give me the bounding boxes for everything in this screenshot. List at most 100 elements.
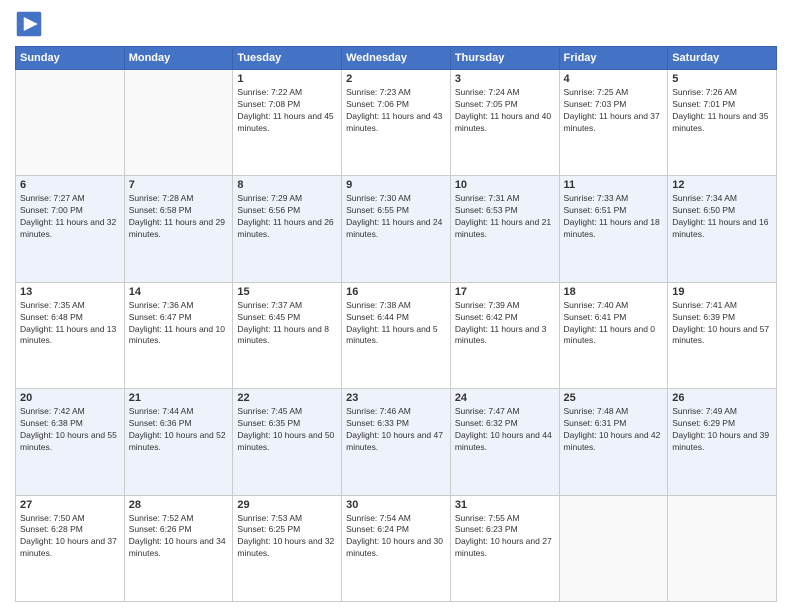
calendar-cell <box>668 495 777 601</box>
day-number: 22 <box>237 392 337 404</box>
day-info: Sunrise: 7:23 AMSunset: 7:06 PMDaylight:… <box>346 87 446 135</box>
calendar-row: 6 Sunrise: 7:27 AMSunset: 7:00 PMDaylight… <box>16 176 777 282</box>
day-number: 17 <box>455 286 555 298</box>
weekday-header: Saturday <box>668 47 777 70</box>
day-number: 26 <box>672 392 772 404</box>
day-info: Sunrise: 7:45 AMSunset: 6:35 PMDaylight:… <box>237 406 337 454</box>
day-info: Sunrise: 7:55 AMSunset: 6:23 PMDaylight:… <box>455 513 555 561</box>
calendar-cell: 17 Sunrise: 7:39 AMSunset: 6:42 PMDayligh… <box>450 282 559 388</box>
calendar-cell: 28 Sunrise: 7:52 AMSunset: 6:26 PMDayligh… <box>124 495 233 601</box>
weekday-header: Friday <box>559 47 668 70</box>
day-info: Sunrise: 7:37 AMSunset: 6:45 PMDaylight:… <box>237 300 337 348</box>
calendar-cell: 18Sunrise: 7:40 AMSunset: 6:41 PMDayligh… <box>559 282 668 388</box>
day-info: Sunrise: 7:38 AMSunset: 6:44 PMDaylight:… <box>346 300 446 348</box>
calendar-cell: 27 Sunrise: 7:50 AMSunset: 6:28 PMDayligh… <box>16 495 125 601</box>
day-info: Sunrise: 7:44 AMSunset: 6:36 PMDaylight:… <box>129 406 229 454</box>
calendar-cell: 12Sunrise: 7:34 AMSunset: 6:50 PMDayligh… <box>668 176 777 282</box>
day-number: 12 <box>672 179 772 191</box>
day-info: Sunrise: 7:25 AMSunset: 7:03 PMDaylight:… <box>564 87 664 135</box>
weekday-header: Wednesday <box>342 47 451 70</box>
day-number: 2 <box>346 73 446 85</box>
calendar-cell: 30Sunrise: 7:54 AMSunset: 6:24 PMDayligh… <box>342 495 451 601</box>
day-info: Sunrise: 7:26 AMSunset: 7:01 PMDaylight:… <box>672 87 772 135</box>
day-info: Sunrise: 7:27 AMSunset: 7:00 PMDaylight:… <box>20 193 120 241</box>
calendar-row: 1Sunrise: 7:22 AMSunset: 7:08 PMDaylight… <box>16 70 777 176</box>
calendar-cell <box>124 70 233 176</box>
calendar-cell <box>16 70 125 176</box>
day-info: Sunrise: 7:36 AMSunset: 6:47 PMDaylight:… <box>129 300 229 348</box>
calendar-row: 27 Sunrise: 7:50 AMSunset: 6:28 PMDayligh… <box>16 495 777 601</box>
calendar-cell: 8 Sunrise: 7:29 AMSunset: 6:56 PMDaylight… <box>233 176 342 282</box>
calendar-row: 20 Sunrise: 7:42 AMSunset: 6:38 PMDayligh… <box>16 389 777 495</box>
calendar-cell: 10 Sunrise: 7:31 AMSunset: 6:53 PMDayligh… <box>450 176 559 282</box>
day-number: 27 <box>20 499 120 511</box>
day-number: 4 <box>564 73 664 85</box>
calendar-row: 13Sunrise: 7:35 AMSunset: 6:48 PMDayligh… <box>16 282 777 388</box>
day-number: 13 <box>20 286 120 298</box>
day-info: Sunrise: 7:54 AMSunset: 6:24 PMDaylight:… <box>346 513 446 561</box>
day-info: Sunrise: 7:49 AMSunset: 6:29 PMDaylight:… <box>672 406 772 454</box>
header-row: SundayMondayTuesdayWednesdayThursdayFrid… <box>16 47 777 70</box>
calendar-cell: 2 Sunrise: 7:23 AMSunset: 7:06 PMDaylight… <box>342 70 451 176</box>
day-number: 10 <box>455 179 555 191</box>
header <box>15 10 777 38</box>
calendar-cell: 1Sunrise: 7:22 AMSunset: 7:08 PMDaylight… <box>233 70 342 176</box>
day-number: 15 <box>237 286 337 298</box>
day-number: 14 <box>129 286 229 298</box>
calendar-cell: 3 Sunrise: 7:24 AMSunset: 7:05 PMDaylight… <box>450 70 559 176</box>
day-number: 31 <box>455 499 555 511</box>
day-info: Sunrise: 7:30 AMSunset: 6:55 PMDaylight:… <box>346 193 446 241</box>
day-number: 16 <box>346 286 446 298</box>
calendar-cell: 20 Sunrise: 7:42 AMSunset: 6:38 PMDayligh… <box>16 389 125 495</box>
day-number: 29 <box>237 499 337 511</box>
calendar-cell: 25Sunrise: 7:48 AMSunset: 6:31 PMDayligh… <box>559 389 668 495</box>
calendar-cell: 11 Sunrise: 7:33 AMSunset: 6:51 PMDayligh… <box>559 176 668 282</box>
day-number: 11 <box>564 179 664 191</box>
day-number: 21 <box>129 392 229 404</box>
day-number: 8 <box>237 179 337 191</box>
day-number: 6 <box>20 179 120 191</box>
day-info: Sunrise: 7:52 AMSunset: 6:26 PMDaylight:… <box>129 513 229 561</box>
weekday-header: Sunday <box>16 47 125 70</box>
calendar-cell: 14 Sunrise: 7:36 AMSunset: 6:47 PMDayligh… <box>124 282 233 388</box>
logo <box>15 10 47 38</box>
weekday-header: Thursday <box>450 47 559 70</box>
calendar-cell: 9 Sunrise: 7:30 AMSunset: 6:55 PMDaylight… <box>342 176 451 282</box>
calendar-cell: 22 Sunrise: 7:45 AMSunset: 6:35 PMDayligh… <box>233 389 342 495</box>
calendar-cell: 5 Sunrise: 7:26 AMSunset: 7:01 PMDaylight… <box>668 70 777 176</box>
calendar-cell: 23Sunrise: 7:46 AMSunset: 6:33 PMDayligh… <box>342 389 451 495</box>
page: SundayMondayTuesdayWednesdayThursdayFrid… <box>0 0 792 612</box>
day-info: Sunrise: 7:24 AMSunset: 7:05 PMDaylight:… <box>455 87 555 135</box>
day-number: 18 <box>564 286 664 298</box>
calendar-cell: 26 Sunrise: 7:49 AMSunset: 6:29 PMDayligh… <box>668 389 777 495</box>
day-info: Sunrise: 7:39 AMSunset: 6:42 PMDaylight:… <box>455 300 555 348</box>
day-number: 20 <box>20 392 120 404</box>
day-info: Sunrise: 7:31 AMSunset: 6:53 PMDaylight:… <box>455 193 555 241</box>
calendar-cell: 19Sunrise: 7:41 AMSunset: 6:39 PMDayligh… <box>668 282 777 388</box>
calendar-cell: 24Sunrise: 7:47 AMSunset: 6:32 PMDayligh… <box>450 389 559 495</box>
day-number: 7 <box>129 179 229 191</box>
weekday-header: Tuesday <box>233 47 342 70</box>
calendar-cell: 6 Sunrise: 7:27 AMSunset: 7:00 PMDaylight… <box>16 176 125 282</box>
logo-icon <box>15 10 43 38</box>
calendar-cell: 15 Sunrise: 7:37 AMSunset: 6:45 PMDayligh… <box>233 282 342 388</box>
day-number: 3 <box>455 73 555 85</box>
day-info: Sunrise: 7:33 AMSunset: 6:51 PMDaylight:… <box>564 193 664 241</box>
day-number: 9 <box>346 179 446 191</box>
calendar-cell: 16 Sunrise: 7:38 AMSunset: 6:44 PMDayligh… <box>342 282 451 388</box>
calendar-cell: 21 Sunrise: 7:44 AMSunset: 6:36 PMDayligh… <box>124 389 233 495</box>
day-info: Sunrise: 7:47 AMSunset: 6:32 PMDaylight:… <box>455 406 555 454</box>
calendar-cell: 29 Sunrise: 7:53 AMSunset: 6:25 PMDayligh… <box>233 495 342 601</box>
day-info: Sunrise: 7:53 AMSunset: 6:25 PMDaylight:… <box>237 513 337 561</box>
calendar-cell: 31 Sunrise: 7:55 AMSunset: 6:23 PMDayligh… <box>450 495 559 601</box>
calendar-cell: 4 Sunrise: 7:25 AMSunset: 7:03 PMDaylight… <box>559 70 668 176</box>
day-number: 23 <box>346 392 446 404</box>
day-number: 28 <box>129 499 229 511</box>
day-number: 5 <box>672 73 772 85</box>
day-info: Sunrise: 7:50 AMSunset: 6:28 PMDaylight:… <box>20 513 120 561</box>
day-info: Sunrise: 7:28 AMSunset: 6:58 PMDaylight:… <box>129 193 229 241</box>
day-info: Sunrise: 7:29 AMSunset: 6:56 PMDaylight:… <box>237 193 337 241</box>
day-info: Sunrise: 7:42 AMSunset: 6:38 PMDaylight:… <box>20 406 120 454</box>
weekday-header: Monday <box>124 47 233 70</box>
calendar-cell: 7 Sunrise: 7:28 AMSunset: 6:58 PMDaylight… <box>124 176 233 282</box>
